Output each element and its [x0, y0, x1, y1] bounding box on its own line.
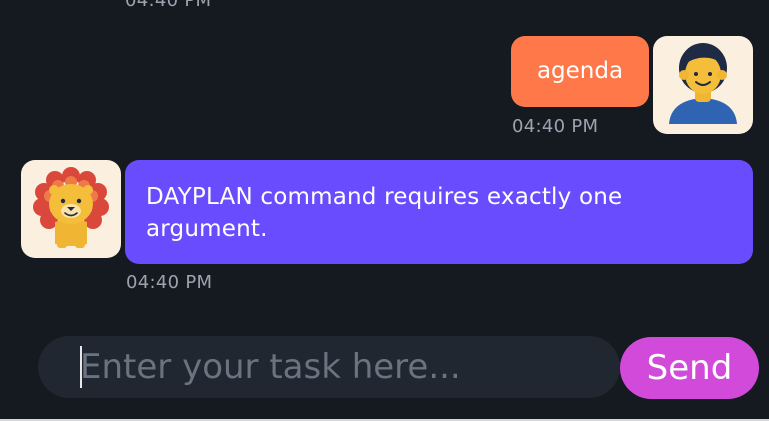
bot-message-bubble: DAYPLAN command requires exactly one arg…: [125, 160, 753, 264]
bot-message-timestamp: 04:40 PM: [126, 272, 213, 293]
user-avatar: [653, 36, 753, 134]
user-message-text: agenda: [536, 57, 624, 84]
lion-avatar-icon: [33, 167, 109, 248]
message-timestamp: 04:40 PM: [125, 0, 212, 11]
send-button[interactable]: Send: [620, 337, 759, 399]
user-message-timestamp: 04:40 PM: [512, 116, 599, 137]
task-input[interactable]: [80, 344, 600, 390]
user-message-bubble: agenda: [511, 36, 649, 107]
bot-message-text: DAYPLAN command requires exactly one arg…: [146, 184, 623, 242]
task-input-container[interactable]: [38, 336, 620, 398]
text-cursor: [80, 346, 82, 388]
person-avatar-icon: [669, 43, 737, 124]
bot-avatar: [21, 160, 121, 258]
chat-app: 04:40 PM agenda 04:40 PM DAYPLAN command…: [0, 0, 769, 419]
